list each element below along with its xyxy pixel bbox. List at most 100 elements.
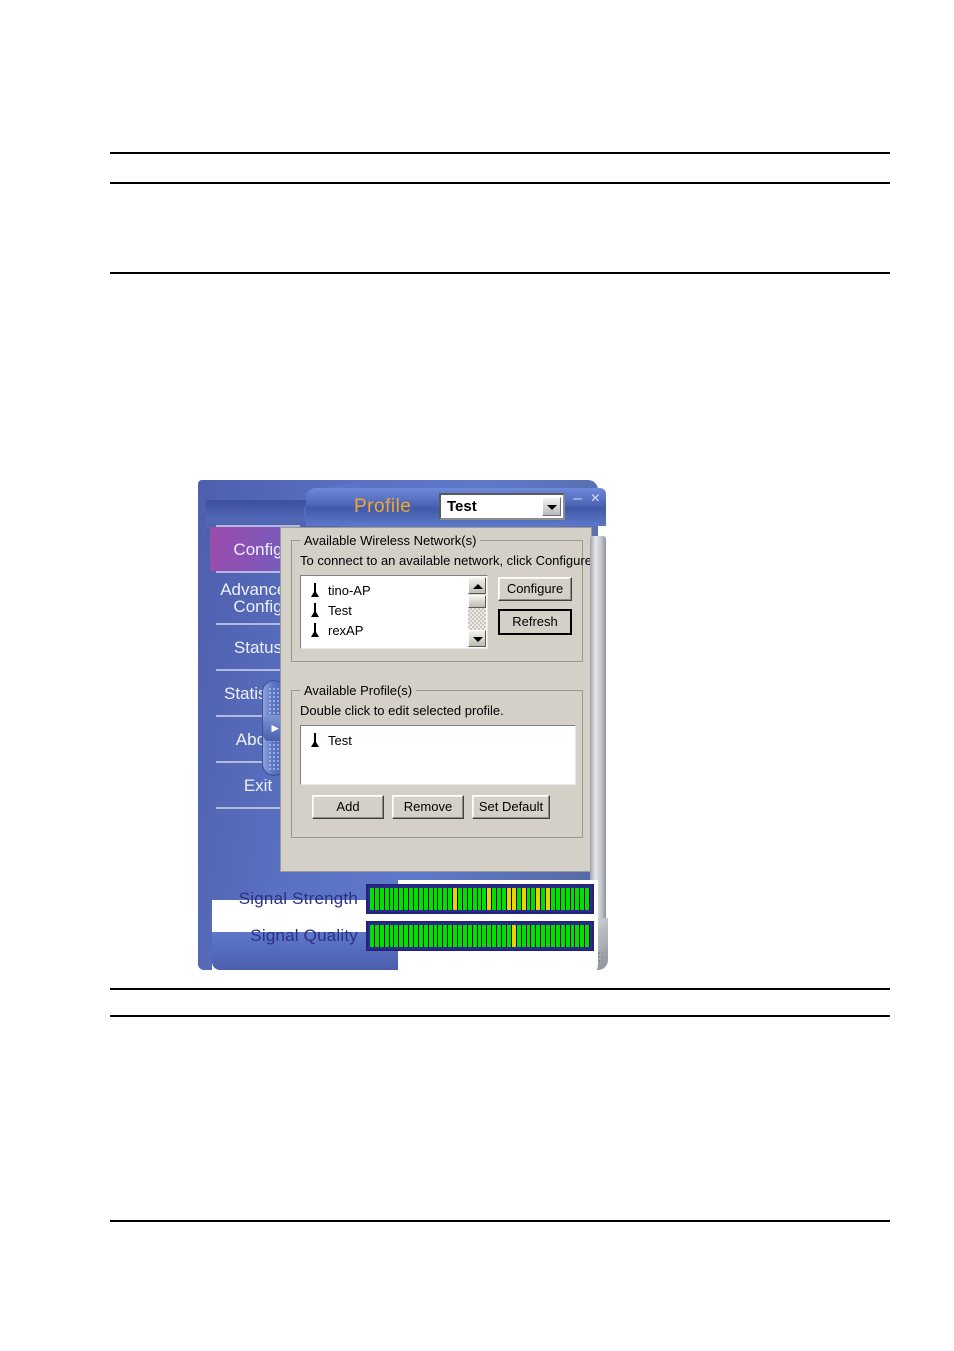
signal-bar — [531, 888, 536, 910]
signal-bar — [438, 925, 443, 947]
signal-bar — [389, 888, 394, 910]
signal-bar — [482, 925, 487, 947]
signal-bar — [453, 925, 458, 947]
profiles-listbox[interactable]: Test — [300, 725, 576, 785]
signal-bar — [374, 888, 379, 910]
signal-bar — [404, 925, 409, 947]
signal-bar — [414, 888, 418, 910]
signal-bar — [570, 925, 575, 947]
signal-bar — [487, 925, 492, 947]
signal-bar — [511, 888, 516, 910]
page-rule — [110, 1220, 890, 1222]
signal-bar — [550, 888, 555, 910]
signal-bar — [565, 888, 570, 910]
signal-quality-bars — [370, 925, 590, 947]
signal-bar — [428, 888, 433, 910]
list-item[interactable]: rexAP — [301, 620, 487, 640]
signal-bar — [546, 925, 550, 947]
signal-bar — [472, 925, 477, 947]
scrollbar-track[interactable] — [468, 608, 486, 630]
signal-bar — [379, 925, 384, 947]
signal-bar — [565, 925, 570, 947]
signal-bar — [492, 888, 497, 910]
signal-bar — [580, 888, 585, 910]
signal-bar — [394, 888, 399, 910]
page-rule — [110, 152, 890, 154]
set-default-button[interactable]: Set Default — [472, 795, 550, 819]
list-item[interactable]: Test — [301, 600, 487, 620]
remove-button[interactable]: Remove — [392, 795, 464, 819]
signal-bar — [443, 925, 448, 947]
signal-bar — [399, 888, 404, 910]
signal-bar — [458, 925, 462, 947]
signal-bar — [423, 888, 428, 910]
sidebar-item-label: Status — [233, 637, 283, 657]
signal-bar — [536, 888, 541, 910]
window-chrome-strip — [590, 536, 606, 936]
signal-bar — [506, 888, 511, 910]
scroll-up-arrow-icon[interactable] — [468, 577, 486, 594]
signal-bar — [433, 888, 438, 910]
signal-bar — [546, 888, 550, 910]
page-rule — [110, 988, 890, 990]
signal-bar — [384, 888, 389, 910]
add-button[interactable]: Add — [312, 795, 384, 819]
signal-bar — [399, 925, 404, 947]
configure-button[interactable]: Configure — [498, 577, 572, 601]
group-legend: Available Profile(s) — [300, 683, 417, 698]
profile-dropdown-value: Test — [447, 498, 477, 515]
scrollbar-thumb[interactable] — [468, 595, 486, 608]
minimize-button[interactable]: – — [573, 491, 582, 507]
networks-listbox[interactable]: tino-AP Test rexAP — [300, 575, 488, 649]
signal-bar — [536, 925, 541, 947]
networks-hint: To connect to an available network, clic… — [300, 553, 596, 568]
networks-scrollbar[interactable] — [468, 577, 486, 647]
signal-bar — [521, 925, 526, 947]
page-rule — [110, 182, 890, 184]
signal-bar — [428, 925, 433, 947]
signal-bar — [379, 888, 384, 910]
signal-bar — [526, 888, 531, 910]
signal-bar — [516, 888, 521, 910]
close-button[interactable]: × — [591, 491, 600, 507]
signal-quality-row: Signal Quality — [208, 921, 594, 951]
scroll-down-arrow-icon[interactable] — [468, 630, 486, 647]
refresh-button[interactable]: Refresh — [498, 609, 572, 635]
signal-strength-meter — [366, 884, 594, 914]
signal-bar — [580, 925, 585, 947]
signal-bar — [482, 888, 487, 910]
signal-bar — [389, 925, 394, 947]
page-title: Profile — [354, 496, 412, 517]
signal-bar — [502, 888, 506, 910]
signal-quality-label: Signal Quality — [250, 926, 358, 945]
signal-bar — [575, 888, 580, 910]
signal-bar — [585, 888, 590, 910]
signal-bar — [541, 888, 546, 910]
signal-bar — [575, 925, 580, 947]
profile-name: Test — [328, 732, 352, 748]
signal-bar — [453, 888, 458, 910]
network-name: rexAP — [328, 622, 364, 638]
signal-strength-row: Signal Strength — [208, 884, 594, 914]
signal-bar — [418, 888, 423, 910]
list-item[interactable]: tino-AP — [301, 580, 487, 600]
access-point-icon — [309, 583, 321, 597]
access-point-icon — [309, 603, 321, 617]
title-bar: Profile Test – × — [306, 488, 606, 526]
sidebar-item-label: Exit — [243, 775, 273, 795]
profile-dropdown[interactable]: Test — [439, 493, 565, 520]
content-panel: Available Wireless Network(s) To connect… — [280, 527, 596, 872]
signal-bar — [511, 925, 516, 947]
chevron-down-icon[interactable] — [542, 497, 561, 516]
signal-bar — [384, 925, 389, 947]
signal-strength-label: Signal Strength — [238, 889, 358, 908]
signal-bar — [374, 925, 379, 947]
signal-bar — [462, 888, 467, 910]
signal-bar — [526, 925, 531, 947]
signal-bar — [541, 925, 546, 947]
sidebar-item-label: Config — [233, 539, 283, 559]
list-item[interactable]: Test — [301, 730, 575, 750]
signal-bar — [433, 925, 438, 947]
signal-bar — [418, 925, 423, 947]
signal-bar — [555, 888, 560, 910]
